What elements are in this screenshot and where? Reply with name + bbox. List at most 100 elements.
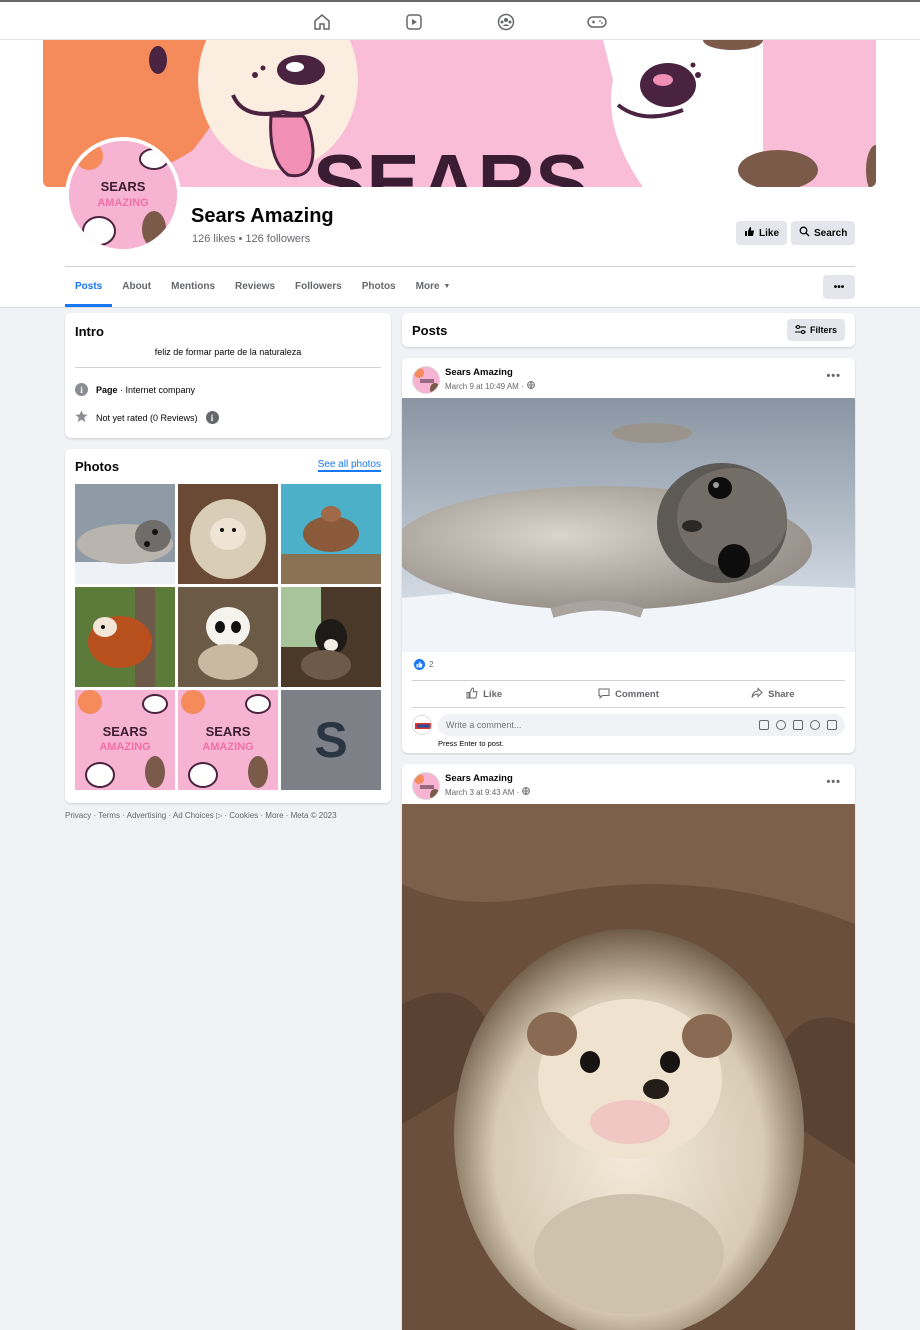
comment-button[interactable]: Comment: [556, 681, 700, 707]
post-timestamp[interactable]: March 9 at 10:49 AM ·: [445, 381, 535, 391]
photo-thumb-panda[interactable]: [178, 587, 278, 687]
avatar-sticker-icon[interactable]: [759, 720, 769, 730]
emoji-icon[interactable]: [776, 720, 786, 730]
photo-thumb-seal[interactable]: [75, 484, 175, 584]
photos-card: Photos See all photos SEARS AMAZING SEARS…: [65, 449, 391, 803]
comment-bubble-icon: [598, 687, 610, 702]
photo-thumb-sears-logo-1[interactable]: SEARS AMAZING: [75, 690, 175, 790]
like-label: Like: [483, 688, 503, 700]
tab-posts[interactable]: Posts: [65, 267, 113, 307]
page-header: SEARS SEARS AMAZING Sears Amazing 126 li…: [0, 40, 920, 308]
post-options-button[interactable]: •••: [826, 370, 841, 382]
camera-icon[interactable]: [793, 720, 803, 730]
post-options-button[interactable]: •••: [826, 776, 841, 788]
tab-photos[interactable]: Photos: [352, 267, 406, 307]
photo-thumb-sears-logo-2[interactable]: SEARS AMAZING: [178, 690, 278, 790]
thumb-text-bottom: AMAZING: [202, 741, 253, 753]
page-stats: 126 likes • 126 followers: [192, 233, 311, 245]
comment-box: [438, 714, 845, 736]
post-image-seal[interactable]: [402, 398, 855, 652]
globe-icon: [526, 381, 535, 391]
share-label: Share: [768, 688, 795, 700]
page-options-button[interactable]: •••: [823, 275, 855, 299]
search-page-button[interactable]: Search: [791, 221, 856, 245]
thumb-text-bottom: AMAZING: [99, 741, 150, 753]
tab-more-label: More: [415, 281, 440, 292]
photo-thumb-s-letter[interactable]: S: [281, 690, 381, 790]
tab-about[interactable]: About: [112, 267, 161, 307]
like-page-button[interactable]: Like: [736, 221, 788, 245]
photo-thumb-hedgehog[interactable]: [178, 484, 278, 584]
posts-header-card: Posts Filters: [402, 313, 855, 347]
thumbs-up-icon: [744, 226, 755, 240]
globe-icon: [522, 787, 531, 797]
info-icon: i: [75, 383, 88, 396]
like-reaction-icon: [414, 659, 425, 670]
sliders-icon: [794, 324, 806, 336]
post-card: Sears Amazing March 9 at 10:49 AM · ••• …: [402, 358, 855, 753]
footer-links[interactable]: Privacy · Terms · Advertising · Ad Choic…: [65, 811, 337, 820]
intro-category: Page · Internet company: [96, 385, 195, 395]
video-icon[interactable]: [403, 11, 425, 33]
top-nav: [0, 0, 920, 40]
gaming-icon[interactable]: [586, 11, 608, 33]
photo-grid: SEARS AMAZING SEARS AMAZING S: [75, 484, 381, 790]
comment-tools: [759, 720, 837, 730]
home-icon[interactable]: [311, 11, 333, 33]
post-timestamp[interactable]: March 3 at 9:43 AM ·: [445, 787, 531, 797]
avatar-text-top: SEARS: [101, 179, 146, 194]
post-date: March 9 at 10:49 AM ·: [445, 381, 524, 391]
tab-reviews[interactable]: Reviews: [225, 267, 285, 307]
gif-icon[interactable]: [810, 720, 820, 730]
avatar-text-bottom: AMAZING: [97, 197, 148, 209]
page-tabs: Posts About Mentions Reviews Followers P…: [65, 267, 460, 307]
sticker-icon[interactable]: [827, 720, 837, 730]
posts-title: Posts: [412, 323, 448, 338]
comment-label: Comment: [615, 688, 659, 700]
like-page-label: Like: [759, 227, 780, 239]
intro-divider: [75, 367, 381, 368]
search-page-label: Search: [814, 227, 848, 239]
search-icon: [799, 226, 810, 240]
photo-thumb-turtle[interactable]: [281, 484, 381, 584]
page-avatar[interactable]: SEARS AMAZING: [65, 137, 181, 253]
share-button[interactable]: Share: [701, 681, 845, 707]
intro-category-row: i Page · Internet company: [75, 383, 195, 396]
comment-input[interactable]: [446, 720, 759, 730]
caret-down-icon: ▼: [443, 283, 451, 290]
post-card: Sears Amazing March 3 at 9:43 AM · •••: [402, 764, 855, 1330]
see-all-photos-link[interactable]: See all photos: [317, 459, 381, 472]
intro-rating: Not yet rated (0 Reviews): [96, 412, 198, 423]
share-arrow-icon: [751, 686, 763, 702]
photos-title: Photos: [75, 459, 120, 474]
cover-brand-text: SEARS: [313, 138, 589, 187]
filters-label: Filters: [809, 325, 837, 335]
reaction-count: 2: [429, 660, 434, 669]
filters-button[interactable]: Filters: [786, 319, 845, 341]
thumbs-up-outline-icon: [466, 686, 478, 702]
s-letter: S: [314, 712, 348, 768]
post-image-hedgehog[interactable]: [402, 804, 855, 1330]
commenter-avatar[interactable]: [412, 715, 432, 735]
photo-thumb-dog[interactable]: [281, 587, 381, 687]
photo-thumb-red-panda[interactable]: [75, 587, 175, 687]
like-button[interactable]: Like: [412, 681, 556, 707]
post-actions: Like Comment Share: [412, 680, 845, 708]
intro-bio: feliz de formar parte de la naturaleza: [154, 347, 302, 357]
tab-more[interactable]: More ▼: [406, 267, 461, 307]
intro-card: Intro feliz de formar parte de la natura…: [65, 313, 391, 438]
post-reactions[interactable]: 2: [414, 659, 433, 670]
tab-followers[interactable]: Followers: [285, 267, 352, 307]
rating-info-icon[interactable]: i: [205, 411, 219, 424]
tab-mentions[interactable]: Mentions: [161, 267, 225, 307]
groups-icon[interactable]: [495, 11, 517, 33]
post-date: March 3 at 9:43 AM ·: [445, 787, 520, 797]
thumb-text-top: SEARS: [206, 724, 251, 739]
thumb-text-top: SEARS: [103, 724, 148, 739]
post-author-name[interactable]: Sears Amazing: [445, 367, 513, 378]
post-author-name[interactable]: Sears Amazing: [445, 773, 513, 784]
post-author-avatar[interactable]: [412, 366, 440, 394]
intro-rating-row: Not yet rated (0 Reviews) i: [75, 410, 219, 425]
star-icon: [75, 410, 88, 425]
post-author-avatar[interactable]: [412, 772, 440, 800]
